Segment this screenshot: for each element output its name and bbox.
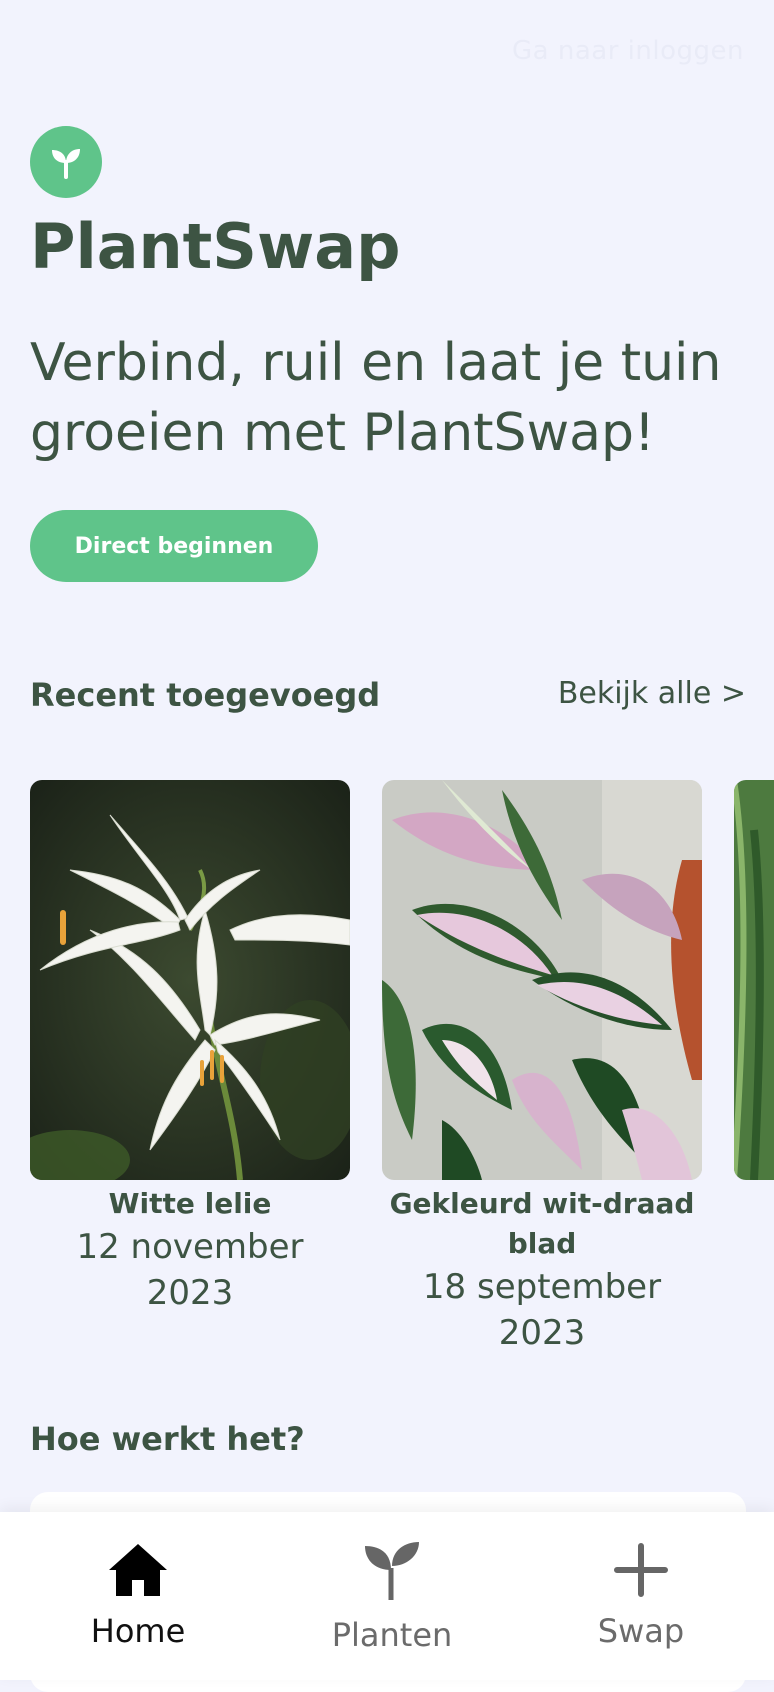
sprout-logo-icon [30,126,102,198]
login-link[interactable]: Ga naar inloggen [512,36,744,66]
plant-card-witte-lelie[interactable]: Witte lelie 12 november 2023 [30,780,350,1316]
plant-name: Witte lelie [108,1187,272,1220]
app-title: PlantSwap [30,210,401,283]
plus-icon [614,1543,668,1597]
tab-home[interactable]: Home [38,1542,238,1650]
recent-section-title: Recent toegevoegd [30,676,381,714]
start-now-button[interactable]: Direct beginnen [30,510,318,582]
tab-swap-label: Swap [597,1612,685,1650]
home-icon [109,1544,167,1596]
plant-name: Gekleurd wit-draad blad [389,1187,695,1260]
how-it-works-title: Hoe werkt het? [30,1420,305,1458]
plant-photo-stromanthe [382,780,702,1180]
plant-card-partial[interactable] [734,780,774,1180]
tab-planten[interactable]: Planten [292,1542,492,1654]
hero-tagline: Verbind, ruil en laat je tuin groeien me… [30,333,722,463]
tab-home-label: Home [90,1612,186,1650]
plant-date: 12 november 2023 [76,1227,304,1313]
tab-swap[interactable]: Swap [541,1542,741,1650]
plant-photo-lily [30,780,350,1180]
tab-planten-label: Planten [331,1616,453,1654]
plant-card-gekleurd-blad[interactable]: Gekleurd wit-draad blad 18 september 202… [382,780,702,1356]
view-all-link[interactable]: Bekijk alle > [558,676,746,711]
bottom-tab-bar: Home Planten Swap [0,1512,774,1680]
recent-plants-carousel[interactable]: Witte lelie 12 november 2023 Gekleurd wi… [30,780,774,1360]
plant-date: 18 september 2023 [422,1267,662,1353]
sprout-icon [365,1542,419,1600]
